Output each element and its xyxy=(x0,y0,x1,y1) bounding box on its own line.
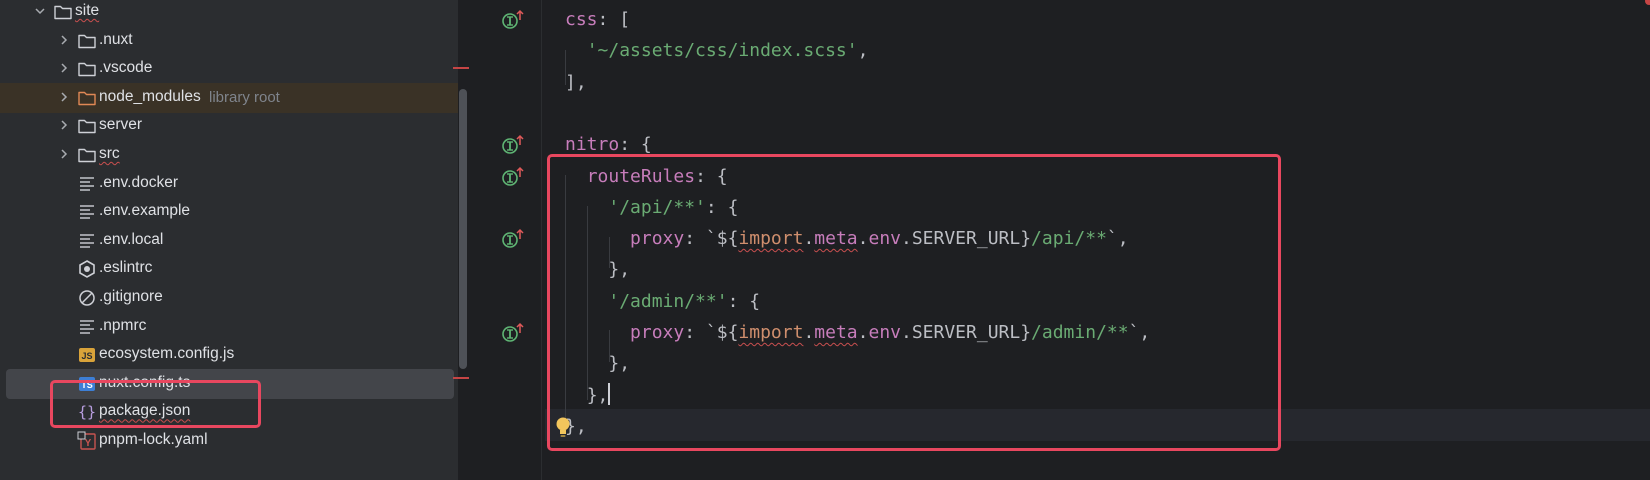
yaml-file-icon: Y xyxy=(77,431,96,450)
code-token: nitro xyxy=(565,134,620,156)
annotation-box-nitro-config xyxy=(547,154,1281,451)
tree-item[interactable]: .nuxt xyxy=(6,26,456,56)
tree-item-label: node_modules xyxy=(99,87,201,105)
code-token: css xyxy=(565,9,598,30)
text-file-icon xyxy=(80,234,94,248)
chevron-right-icon[interactable] xyxy=(57,147,71,161)
editor-gutter xyxy=(470,0,541,480)
indent-guide xyxy=(565,50,566,85)
tree-item-label: .vscode xyxy=(99,59,153,77)
tree-item[interactable]: .gitignore xyxy=(6,283,456,313)
code-line[interactable]: css: [ xyxy=(565,4,630,36)
tree-item-label: src xyxy=(99,145,120,162)
tree-item[interactable]: node_modules library root xyxy=(0,82,458,113)
error-stripe-mark xyxy=(453,377,469,379)
text-file-icon xyxy=(80,319,94,334)
chevron-right-icon[interactable] xyxy=(57,33,71,47)
tree-item[interactable]: .eslintrc xyxy=(6,254,456,284)
implements-override-icon[interactable] xyxy=(501,166,525,188)
folder-icon xyxy=(78,34,96,48)
tree-item[interactable]: server xyxy=(6,111,456,141)
js-file-icon: JS xyxy=(79,348,95,363)
tree-item[interactable]: Ypnpm-lock.yaml xyxy=(6,426,456,456)
eslint-icon xyxy=(79,260,95,279)
library-root-label: library root xyxy=(209,88,280,106)
tree-item-label: .env.local xyxy=(99,230,164,248)
tree-item[interactable]: site xyxy=(6,0,456,27)
tree-item-label: .npmrc xyxy=(99,316,147,334)
gitignore-icon xyxy=(79,290,95,306)
implements-override-icon[interactable] xyxy=(501,322,525,344)
code-token: : [ xyxy=(597,9,631,30)
folder-icon xyxy=(78,148,96,163)
implements-override-icon[interactable] xyxy=(501,9,525,31)
tree-item[interactable]: .vscode xyxy=(6,54,456,84)
folder-icon xyxy=(54,5,72,20)
code-line[interactable]: '~/assets/css/index.scss', xyxy=(565,35,869,67)
project-tree-scrollbar[interactable] xyxy=(459,89,467,369)
tree-item[interactable]: src xyxy=(6,140,456,170)
tree-item-label: .nuxt xyxy=(99,30,133,48)
chevron-right-icon[interactable] xyxy=(57,90,71,104)
tree-item-label: pnpm-lock.yaml xyxy=(99,431,208,448)
chevron-right-icon[interactable] xyxy=(57,118,71,132)
tree-item-label: server xyxy=(99,116,143,134)
scroll-marker xyxy=(1645,0,1650,5)
text-file-icon xyxy=(80,205,94,219)
implements-override-icon[interactable] xyxy=(501,228,525,250)
error-stripe-mark xyxy=(453,67,469,69)
text-file-icon xyxy=(80,176,94,191)
folder-orange-icon xyxy=(78,91,96,105)
tree-item-label: .env.docker xyxy=(99,173,178,191)
folder-icon xyxy=(78,62,96,77)
tree-item[interactable]: .env.local xyxy=(6,226,456,256)
implements-override-icon[interactable] xyxy=(501,134,525,156)
svg-text:Y: Y xyxy=(85,438,92,449)
js-badge-label: JS xyxy=(81,351,92,361)
code-token: '~/assets/css/index.scss' xyxy=(586,40,858,62)
code-token: : { xyxy=(619,134,652,156)
tree-item-label: .eslintrc xyxy=(99,259,153,277)
tree-item[interactable]: .env.docker xyxy=(6,169,456,199)
tree-item[interactable]: JS ecosystem.config.js xyxy=(6,340,456,370)
gutter-separator xyxy=(541,0,542,480)
chevron-right-icon[interactable] xyxy=(57,61,71,75)
tree-item-label: site xyxy=(75,2,100,19)
code-token: , xyxy=(857,40,869,62)
chevron-down-icon[interactable] xyxy=(33,4,47,18)
tree-item-label: ecosystem.config.js xyxy=(99,345,235,363)
tree-item[interactable]: .env.example xyxy=(6,197,456,227)
tree-item-label: .env.example xyxy=(99,202,191,220)
folder-icon xyxy=(78,120,96,134)
annotation-box-nuxt-config xyxy=(50,380,261,428)
tree-item-label: .gitignore xyxy=(99,288,163,305)
tree-item[interactable]: .npmrc xyxy=(6,312,456,342)
code-token: ], xyxy=(565,71,587,93)
code-line[interactable]: ], xyxy=(565,67,587,99)
